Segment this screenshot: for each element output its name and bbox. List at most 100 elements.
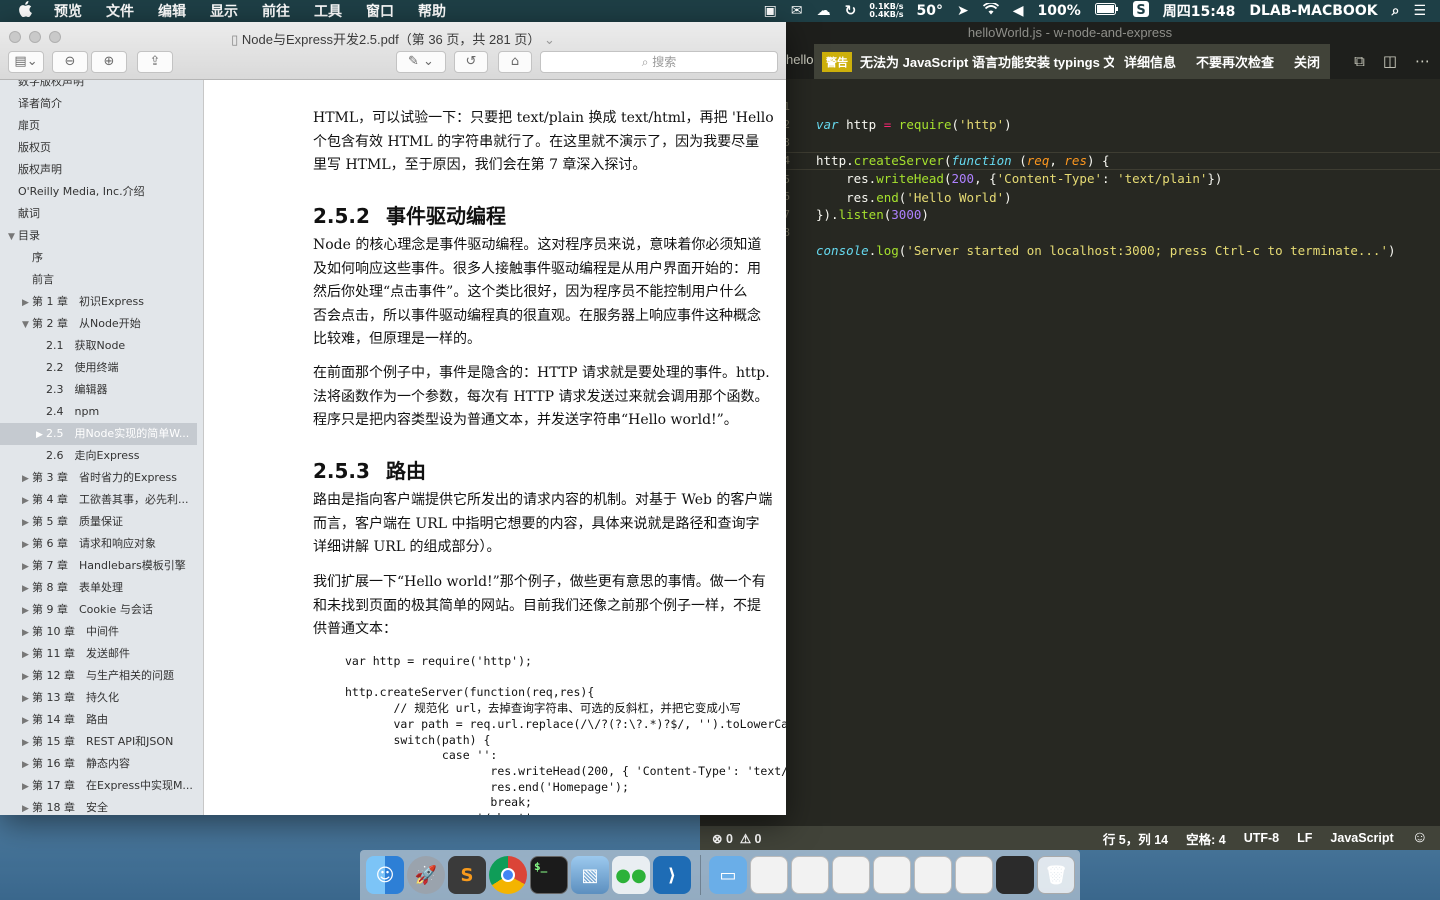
- expand-down-icon[interactable]: ▼: [22, 314, 32, 336]
- toc-item[interactable]: 2.2 使用终端: [0, 357, 197, 379]
- disclosure-triangle-icon[interactable]: ▶: [22, 578, 32, 600]
- toc-item[interactable]: ▶ 第 16 章 静态内容: [0, 753, 197, 775]
- sync-icon[interactable]: ↻: [845, 3, 857, 19]
- finder-icon[interactable]: ☺: [366, 856, 404, 894]
- cursor-position[interactable]: 行 5，列 14: [1103, 829, 1168, 848]
- window-thumbnail-icon[interactable]: [955, 856, 993, 894]
- window-thumbnail-icon[interactable]: [914, 856, 952, 894]
- toc-item[interactable]: ▶ 第 4 章 工欲善其事，必先利...: [0, 489, 197, 511]
- wechat-icon[interactable]: ●●: [612, 856, 650, 894]
- editor-tab[interactable]: hello: [786, 52, 813, 67]
- sidebar-scrollbar[interactable]: [197, 80, 203, 815]
- toc-item[interactable]: ▶ 第 6 章 请求和响应对象: [0, 533, 197, 555]
- battery-icon[interactable]: [1094, 3, 1119, 19]
- code-editor[interactable]: 1 var http = require('http') 2 3 http.cr…: [700, 79, 1440, 826]
- share-button[interactable]: ⇪: [137, 51, 173, 73]
- window-thumbnail-icon[interactable]: [996, 856, 1034, 894]
- window-thumbnail-icon[interactable]: [791, 856, 829, 894]
- toc-item[interactable]: ▶ 第 5 章 质量保证: [0, 511, 197, 533]
- title-chevron-icon[interactable]: ⌄: [540, 32, 555, 47]
- disclosure-triangle-icon[interactable]: ▶: [22, 468, 32, 490]
- disclosure-triangle-icon[interactable]: ▶: [22, 512, 32, 534]
- window-thumbnail-icon[interactable]: [873, 856, 911, 894]
- launchpad-icon[interactable]: 🚀: [407, 856, 445, 894]
- toc-item[interactable]: ▼ 目录: [0, 225, 197, 247]
- menu-view[interactable]: 显示: [210, 1, 238, 21]
- volume-icon[interactable]: ◀: [1013, 3, 1024, 19]
- disclosure-triangle-icon[interactable]: ▶: [22, 534, 32, 556]
- disclosure-triangle-icon[interactable]: ▶: [22, 644, 32, 666]
- menu-tools[interactable]: 工具: [314, 1, 342, 21]
- toc-item[interactable]: ▶ 第 10 章 中间件: [0, 621, 197, 643]
- menu-edit[interactable]: 编辑: [158, 1, 186, 21]
- search-input[interactable]: ⌕ 搜索: [540, 51, 778, 73]
- chrome-icon[interactable]: [489, 856, 527, 894]
- toc-item[interactable]: 译者简介: [0, 93, 197, 115]
- cloud-icon[interactable]: ☁: [817, 3, 831, 19]
- disclosure-triangle-icon[interactable]: ▶: [22, 490, 32, 512]
- send-icon[interactable]: ➤: [957, 3, 969, 19]
- disclosure-triangle-icon[interactable]: ▶: [22, 622, 32, 644]
- window-thumbnail-icon[interactable]: [750, 856, 788, 894]
- apple-menu-icon[interactable]: [18, 1, 40, 21]
- toc-item[interactable]: 2.6 走向Express: [0, 445, 197, 467]
- menu-help[interactable]: 帮助: [418, 1, 446, 21]
- battery-percent[interactable]: 100%: [1038, 3, 1081, 19]
- toc-item[interactable]: 前言: [0, 269, 197, 291]
- toc-item[interactable]: ▶ 2.5 用Node实现的简单W...: [0, 423, 197, 445]
- disclosure-triangle-icon[interactable]: ▶: [22, 688, 32, 710]
- toc-item[interactable]: ▶ 第 8 章 表单处理: [0, 577, 197, 599]
- trash-icon[interactable]: 🗑: [1037, 856, 1075, 894]
- disclosure-triangle-icon[interactable]: ▶: [22, 732, 32, 754]
- zoom-in-button[interactable]: ⊕: [91, 51, 127, 73]
- input-method-icon[interactable]: S: [1132, 1, 1149, 21]
- language-mode[interactable]: JavaScript: [1330, 831, 1393, 845]
- clock[interactable]: 周四15:48: [1163, 1, 1236, 21]
- disclosure-triangle-icon[interactable]: ▶: [22, 292, 32, 314]
- disclosure-triangle-icon[interactable]: ▶: [22, 600, 32, 622]
- toc-item[interactable]: ▶ 第 1 章 初识Express: [0, 291, 197, 313]
- wechat-status-icon[interactable]: ✉: [791, 3, 803, 19]
- toc-item[interactable]: 序: [0, 247, 197, 269]
- disclosure-triangle-icon[interactable]: ▶: [22, 798, 32, 815]
- toc-item[interactable]: ▶ 第 13 章 持久化: [0, 687, 197, 709]
- toolbox-button[interactable]: ⌂: [498, 51, 532, 73]
- toc-item[interactable]: 版权页: [0, 137, 197, 159]
- toc-item[interactable]: ▶ 第 17 章 在Express中实现M...: [0, 775, 197, 797]
- downloads-folder-icon[interactable]: ▭: [709, 856, 747, 894]
- close-notification-button[interactable]: 关闭: [1294, 52, 1320, 71]
- toc-item[interactable]: ▶ 第 9 章 Cookie 与会话: [0, 599, 197, 621]
- sidebar-toggle-button[interactable]: ▤⌄: [8, 51, 44, 73]
- toc-item[interactable]: 数字版权声明: [0, 80, 197, 93]
- disclosure-triangle-icon[interactable]: ▶: [22, 556, 32, 578]
- spotlight-search-icon[interactable]: ⌕: [1392, 3, 1400, 19]
- toc-item[interactable]: O'Reilly Media, Inc.介绍: [0, 181, 197, 203]
- toc-item[interactable]: ▶ 第 12 章 与生产相关的问题: [0, 665, 197, 687]
- rotate-button[interactable]: ↺: [454, 51, 488, 73]
- toc-item[interactable]: 2.3 编辑器: [0, 379, 197, 401]
- toc-item[interactable]: ▶ 第 11 章 发送邮件: [0, 643, 197, 665]
- feedback-icon[interactable]: ☺: [1412, 829, 1428, 847]
- disclosure-triangle-icon[interactable]: ▶: [22, 754, 32, 776]
- preview-icon[interactable]: ▧: [571, 856, 609, 894]
- toc-item[interactable]: ▶ 第 7 章 Handlebars模板引擎: [0, 555, 197, 577]
- hostname[interactable]: DLAB-MACBOOK: [1249, 3, 1377, 19]
- toc-item[interactable]: ▼ 第 2 章 从Node开始: [0, 313, 197, 335]
- encoding[interactable]: UTF-8: [1244, 831, 1279, 845]
- wifi-icon[interactable]: [982, 1, 999, 19]
- disclosure-triangle-icon[interactable]: ▶: [22, 710, 32, 732]
- details-button[interactable]: 详细信息: [1124, 52, 1176, 71]
- toc-item[interactable]: 2.1 获取Node: [0, 335, 197, 357]
- toc-item[interactable]: ▶ 第 15 章 REST API和JSON: [0, 731, 197, 753]
- disclosure-triangle-icon[interactable]: ▶: [22, 776, 32, 798]
- markup-button[interactable]: ✎ ⌄: [396, 51, 446, 73]
- open-changes-icon[interactable]: ⧉: [1354, 52, 1365, 70]
- network-speed[interactable]: 0.1KB/s 0.4KB/s: [869, 3, 903, 19]
- disclosure-triangle-icon[interactable]: ▶: [36, 424, 46, 446]
- split-editor-icon[interactable]: ◫: [1383, 52, 1397, 70]
- expand-down-icon[interactable]: ▼: [8, 226, 18, 248]
- line-ending[interactable]: LF: [1297, 831, 1312, 845]
- toc-item[interactable]: 2.4 npm: [0, 401, 197, 423]
- menu-go[interactable]: 前往: [262, 1, 290, 21]
- notification-center-icon[interactable]: ☰: [1413, 3, 1426, 19]
